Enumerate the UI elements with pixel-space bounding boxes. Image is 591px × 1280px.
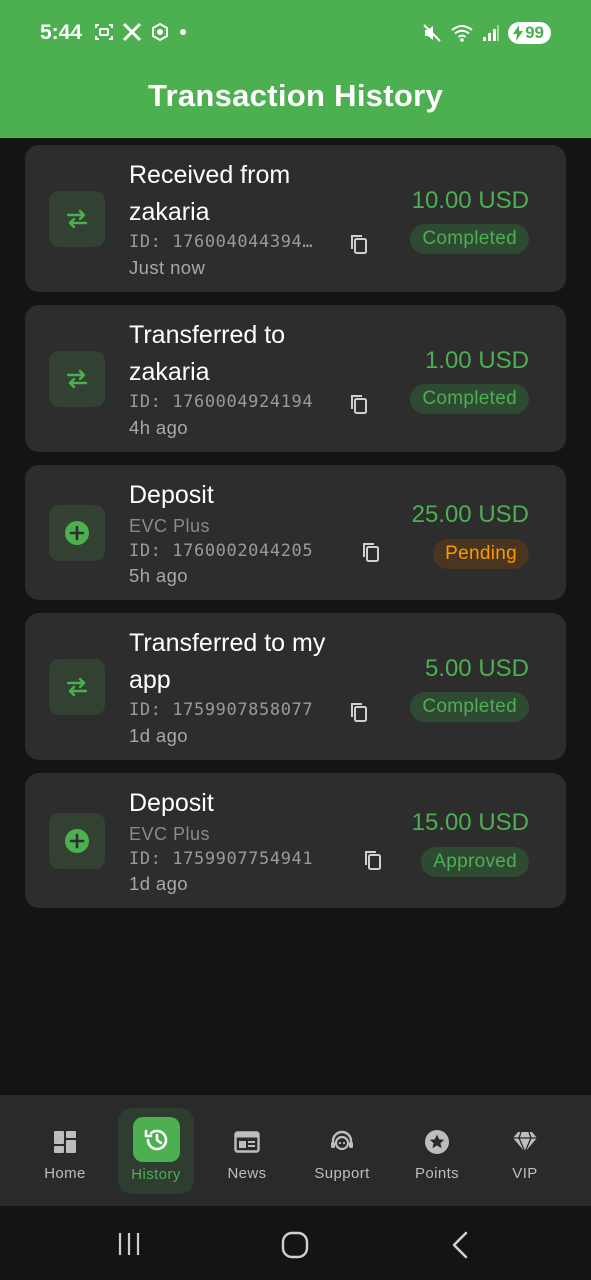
signal-icon xyxy=(483,25,500,41)
swap-arrows-icon xyxy=(66,369,88,389)
app-logo-icon xyxy=(152,22,168,42)
status-bar: 5:44 99 xyxy=(0,0,591,70)
history-icon xyxy=(144,1129,167,1150)
transaction-icon-box xyxy=(49,813,105,869)
home-icon[interactable] xyxy=(281,1231,309,1259)
status-badge: Completed xyxy=(410,384,529,414)
transaction-title: Deposit xyxy=(129,789,214,817)
transaction-icon-box xyxy=(49,191,105,247)
transaction-time: 1d ago xyxy=(129,725,188,746)
transaction-method: EVC Plus xyxy=(129,516,211,536)
transaction-amount: 5.00 USD xyxy=(424,655,529,682)
transaction-amount: 25.00 USD xyxy=(411,501,529,528)
copy-icon[interactable] xyxy=(348,233,370,255)
news-icon xyxy=(234,1129,260,1155)
dot-icon xyxy=(180,29,186,35)
recent-apps-icon[interactable] xyxy=(117,1232,141,1256)
status-notification-icons xyxy=(94,22,188,42)
nav-label-active: History xyxy=(131,1166,181,1183)
back-icon[interactable] xyxy=(450,1231,470,1259)
battery-indicator: 99 xyxy=(508,22,551,44)
transaction-card[interactable]: Transferred to my app ID: 1759907858077 … xyxy=(25,613,566,760)
swap-arrows-icon xyxy=(66,677,88,697)
transaction-amount: 10.00 USD xyxy=(411,187,529,214)
transaction-icon-box xyxy=(49,659,105,715)
transaction-id: ID: 1759907858077 xyxy=(129,700,314,720)
charging-bolt-icon xyxy=(513,25,524,41)
nav-item-home[interactable]: Home xyxy=(35,1095,95,1206)
nav-label: News xyxy=(227,1165,267,1182)
status-badge: Pending xyxy=(433,539,529,569)
plus-circle-icon xyxy=(65,521,89,545)
transaction-icon-box xyxy=(49,351,105,407)
mute-icon xyxy=(423,24,441,42)
wifi-icon xyxy=(451,25,473,42)
page-title: Transaction History xyxy=(147,78,444,113)
transaction-title: Received from zakaria xyxy=(129,161,291,226)
transaction-time: 5h ago xyxy=(129,565,188,586)
transaction-id: ID: 1759907754941 xyxy=(129,849,314,869)
transaction-time: Just now xyxy=(129,257,206,278)
nav-item-history[interactable] xyxy=(133,1117,180,1162)
transaction-icon-box xyxy=(49,505,105,561)
plus-circle-icon xyxy=(65,829,89,853)
transaction-id: ID: 1760004924194 xyxy=(129,392,314,412)
swap-arrows-icon xyxy=(66,209,88,229)
nav-label: Points xyxy=(414,1165,460,1182)
copy-icon[interactable] xyxy=(360,541,382,563)
transaction-time: 1d ago xyxy=(129,873,188,894)
status-badge: Completed xyxy=(410,692,529,722)
diamond-icon xyxy=(512,1129,538,1155)
system-navigation-bar xyxy=(0,1206,591,1280)
status-badge: Completed xyxy=(410,224,529,254)
nav-item-vip[interactable]: VIP xyxy=(505,1095,545,1206)
transaction-card[interactable]: Received from zakaria ID: 176004044394… … xyxy=(25,145,566,292)
nav-label: Support xyxy=(314,1165,370,1182)
transaction-card[interactable]: Transferred to zakaria ID: 1760004924194… xyxy=(25,305,566,452)
transaction-id: ID: 176004044394… xyxy=(129,232,314,252)
transaction-card[interactable]: Deposit EVC Plus ID: 1759907754941 1d ag… xyxy=(25,773,566,908)
status-system-icons: 99 xyxy=(422,22,551,44)
nav-label: Home xyxy=(44,1165,86,1182)
support-agent-icon xyxy=(329,1129,355,1155)
nav-item-points[interactable]: Points xyxy=(407,1095,467,1206)
copy-icon[interactable] xyxy=(362,849,384,871)
dashboard-icon xyxy=(52,1129,78,1155)
status-time: 5:44 xyxy=(40,21,83,44)
transaction-title: Transferred to zakaria xyxy=(129,321,286,386)
transaction-title: Deposit xyxy=(129,481,214,509)
x-logo-icon xyxy=(122,22,142,42)
status-badge: Approved xyxy=(421,847,529,877)
transaction-card[interactable]: Deposit EVC Plus ID: 1760002044205 5h ag… xyxy=(25,465,566,600)
copy-icon[interactable] xyxy=(348,701,370,723)
transaction-method: EVC Plus xyxy=(129,824,211,844)
nav-item-news[interactable]: News xyxy=(217,1095,277,1206)
transaction-amount: 15.00 USD xyxy=(411,809,529,836)
bottom-navigation: Home History News Support Points VIP xyxy=(0,1095,591,1206)
star-circle-icon xyxy=(424,1129,450,1155)
app-header: Transaction History xyxy=(0,70,591,138)
transaction-id: ID: 1760002044205 xyxy=(129,541,314,561)
transaction-amount: 1.00 USD xyxy=(424,347,529,374)
screenshot-icon xyxy=(95,24,113,40)
nav-item-support[interactable]: Support xyxy=(307,1095,377,1206)
transaction-title: Transferred to my app xyxy=(129,629,326,694)
copy-icon[interactable] xyxy=(348,393,370,415)
transaction-time: 4h ago xyxy=(129,417,188,438)
battery-level: 99 xyxy=(525,23,544,42)
nav-label: VIP xyxy=(512,1165,538,1182)
